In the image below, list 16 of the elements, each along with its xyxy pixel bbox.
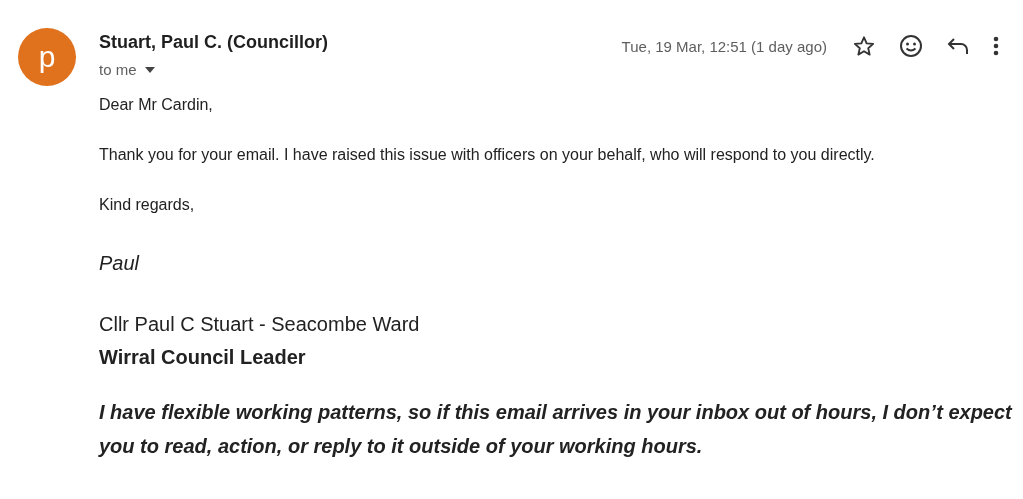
message-paragraph: Thank you for your email. I have raised this issue with officers on your behalf, who will respond to you directly. <box>99 146 876 164</box>
disclaimer-text: I have flexible working patterns, so if this email arrives in your inbox out of hours, I don’t expect you to read, action, or reply to it outside of your working hours. <box>99 400 1014 459</box>
closing-text: Kind regards, <box>99 196 196 214</box>
more-icon <box>993 36 999 56</box>
star-icon <box>853 35 875 57</box>
caret-icon[interactable] <box>144 66 155 73</box>
recipient-label: to me <box>99 61 137 78</box>
reply-icon <box>947 37 969 55</box>
smiley-icon <box>899 34 923 58</box>
date-label: Tue, 19 Mar, 12:51 (1 day ago) <box>621 37 827 55</box>
signature-line: Cllr Paul C Stuart - Seacombe Ward <box>99 313 421 336</box>
signature-name: Paul <box>99 252 141 275</box>
avatar: p <box>18 28 76 86</box>
sender-name: Stuart, Paul C. (Councillor) <box>99 32 329 53</box>
greeting-text: Dear Mr Cardin, <box>99 96 214 114</box>
signature-title: Wirral Council Leader <box>99 346 307 369</box>
